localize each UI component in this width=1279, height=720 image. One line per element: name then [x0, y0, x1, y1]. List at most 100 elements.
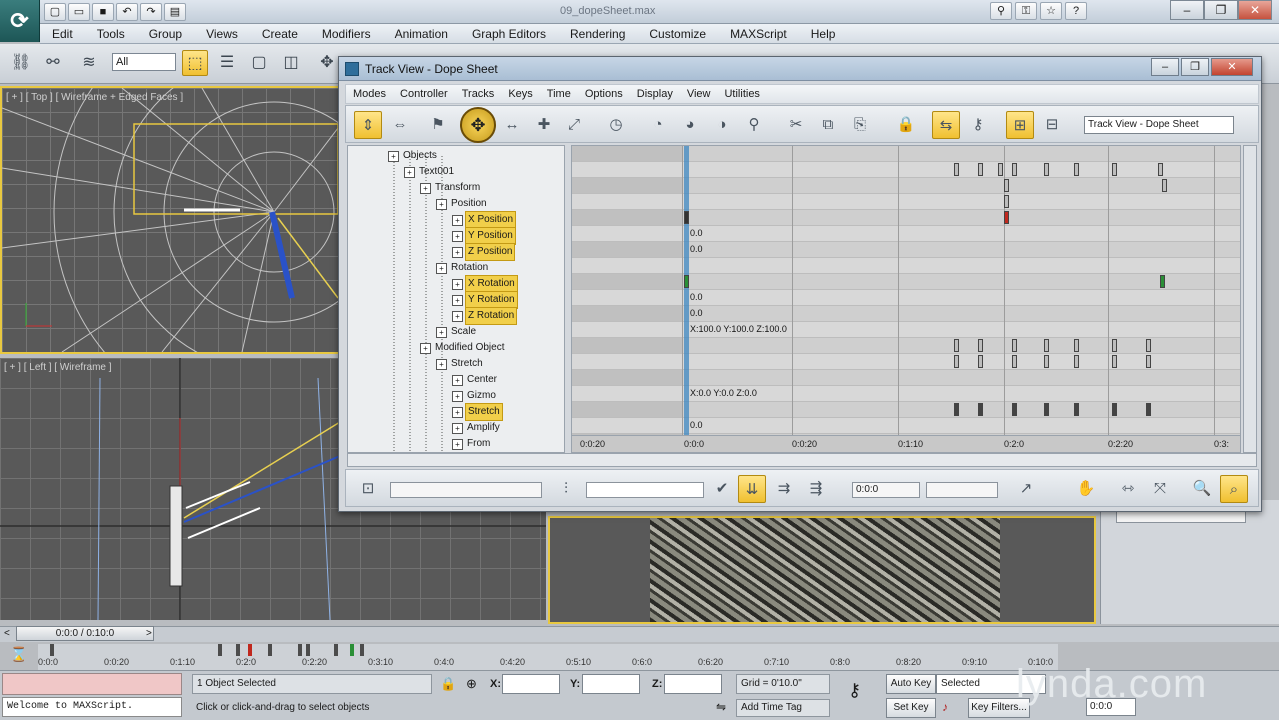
menu-item-group[interactable]: Group — [137, 27, 194, 41]
ds-menu-item-keys[interactable]: Keys — [501, 88, 539, 100]
key-marker[interactable] — [1112, 163, 1117, 176]
hierarchy-row[interactable]: + Stretch — [452, 403, 503, 421]
ds-menu-item-utilities[interactable]: Utilities — [717, 88, 766, 100]
key-marker[interactable] — [978, 355, 983, 368]
minimize-icon[interactable]: – — [1170, 0, 1204, 20]
hierarchy-label[interactable]: Objects — [401, 148, 439, 164]
scale-time-icon[interactable]: ◑ — [708, 111, 736, 139]
hierarchy-label[interactable]: Z Rotation — [465, 307, 518, 325]
key-track-row[interactable] — [572, 322, 1240, 338]
track-bar-key[interactable] — [298, 644, 302, 656]
select-by-name-field[interactable] — [390, 482, 542, 498]
help-icon[interactable]: ? — [1065, 2, 1087, 20]
window-crossing-icon[interactable]: ◫ — [278, 50, 304, 76]
track-bar-key[interactable] — [334, 644, 338, 656]
hierarchy-row[interactable]: + Stretch — [436, 356, 485, 372]
x-coordinate-field[interactable] — [502, 674, 560, 694]
perspective-viewport[interactable] — [548, 516, 1096, 624]
hierarchy-label[interactable]: From — [465, 436, 492, 452]
key-track-row[interactable] — [572, 418, 1240, 434]
hierarchy-label[interactable]: Scale — [449, 324, 478, 340]
key-marker[interactable] — [1044, 355, 1049, 368]
key-track-row[interactable] — [572, 402, 1240, 418]
edit-keys-icon[interactable]: ⇕ — [354, 111, 382, 139]
project-folder-icon[interactable]: ▤ — [164, 3, 186, 21]
menu-item-animation[interactable]: Animation — [383, 27, 460, 41]
menu-item-create[interactable]: Create — [250, 27, 310, 41]
ds-menu-item-time[interactable]: Time — [540, 88, 578, 100]
absolute-mode-icon[interactable]: ⊕ — [466, 676, 477, 692]
open-file-icon[interactable]: ▭ — [68, 3, 90, 21]
hierarchy-row[interactable]: + Scale — [436, 324, 478, 340]
track-bar-key[interactable] — [248, 644, 252, 656]
y-coordinate-field[interactable] — [582, 674, 640, 694]
modify-subtree-icon[interactable]: ⊞ — [1006, 111, 1034, 139]
key-marker[interactable] — [954, 403, 959, 416]
key-track-row[interactable] — [572, 370, 1240, 386]
key-marker[interactable] — [978, 339, 983, 352]
key-track-row[interactable] — [572, 210, 1240, 226]
hierarchy-label[interactable]: Text001 — [417, 164, 456, 180]
key-marker[interactable] — [1004, 211, 1009, 224]
key-marker[interactable] — [1044, 163, 1049, 176]
key-marker[interactable] — [1074, 339, 1079, 352]
move-icon[interactable]: ✥ — [314, 50, 340, 76]
track-bar-key[interactable] — [360, 644, 364, 656]
key-marker[interactable] — [1012, 355, 1017, 368]
hierarchy-row[interactable]: + Transform — [420, 180, 482, 196]
hierarchy-row[interactable]: + Modified Object — [420, 340, 506, 356]
dope-sheet-close-icon[interactable]: ✕ — [1211, 58, 1253, 76]
favorites-icon[interactable]: ☆ — [1040, 2, 1062, 20]
key-marker[interactable] — [1074, 355, 1079, 368]
region-select-icon[interactable]: ▢ — [246, 50, 272, 76]
filter-selected-tracks-icon[interactable]: ⇊ — [738, 475, 766, 503]
key-marker[interactable] — [1112, 355, 1117, 368]
track-view-name-field[interactable]: Track View - Dope Sheet — [1084, 116, 1234, 134]
track-bar-key[interactable] — [236, 644, 240, 656]
track-bar-key[interactable] — [50, 644, 54, 656]
hierarchy-label[interactable]: Modified Object — [433, 340, 506, 356]
time-slider-thumb[interactable]: 0:0:0 / 0:10:0 — [16, 626, 154, 641]
key-marker[interactable] — [978, 403, 983, 416]
app-logo-icon[interactable]: ⟳ — [0, 0, 40, 42]
menu-item-tools[interactable]: Tools — [85, 27, 137, 41]
unlink-icon[interactable]: ⚯ — [40, 50, 66, 76]
set-key-button[interactable]: Set Key — [886, 698, 936, 718]
key-marker[interactable] — [1146, 355, 1151, 368]
key-time-field[interactable]: 0:0:0 — [852, 482, 920, 498]
zoom-icon[interactable]: 🔍 — [1188, 475, 1216, 503]
key-marker[interactable] — [1112, 339, 1117, 352]
ds-menu-item-modes[interactable]: Modes — [346, 88, 393, 100]
menu-item-help[interactable]: Help — [799, 27, 848, 41]
key-track-row[interactable] — [572, 194, 1240, 210]
key-marker[interactable] — [1012, 163, 1017, 176]
key-marker[interactable] — [1004, 195, 1009, 208]
hierarchy-row[interactable]: + X Rotation — [452, 275, 518, 293]
key-marker[interactable] — [1074, 163, 1079, 176]
zoom-horizontal-extents-icon[interactable]: ⇿ — [1114, 475, 1142, 503]
paste-icon[interactable]: ⎘ — [846, 111, 874, 139]
key-track-row[interactable] — [572, 162, 1240, 178]
key-track-row[interactable] — [572, 354, 1240, 370]
bind-space-warp-icon[interactable]: ≋ — [76, 50, 102, 76]
key-track-row[interactable] — [572, 242, 1240, 258]
select-time-icon[interactable]: ◷ — [602, 111, 630, 139]
modify-child-keys-icon[interactable]: ⊟ — [1038, 111, 1066, 139]
hierarchy-row[interactable]: + Y Rotation — [452, 291, 518, 309]
binoculars-icon[interactable]: ⚲ — [990, 2, 1012, 20]
ds-menu-item-tracks[interactable]: Tracks — [455, 88, 502, 100]
key-marker[interactable] — [954, 339, 959, 352]
hierarchy-label[interactable]: Stretch — [449, 356, 485, 372]
key-track-row[interactable] — [572, 146, 1240, 162]
key-marker[interactable] — [1004, 179, 1009, 192]
zoom-value-extents-icon[interactable]: ⤧ — [1146, 475, 1174, 503]
hierarchy-label[interactable]: Z Position — [465, 243, 516, 261]
scale-keys-icon[interactable]: ⤢ — [560, 111, 588, 139]
menu-item-maxscript[interactable]: MAXScript — [718, 27, 799, 41]
key-marker[interactable] — [1158, 163, 1163, 176]
key-icon[interactable]: ⚿ — [1015, 2, 1037, 20]
copy-icon[interactable]: ⧉ — [814, 111, 842, 139]
track-bar[interactable]: 0:0:0 0:0:20 0:1:10 0:2:0 0:2:20 0:3:10 0:4:0 0… — [38, 644, 1058, 670]
track-bar-key[interactable] — [218, 644, 222, 656]
insert-time-icon[interactable]: ⚲ — [740, 111, 768, 139]
